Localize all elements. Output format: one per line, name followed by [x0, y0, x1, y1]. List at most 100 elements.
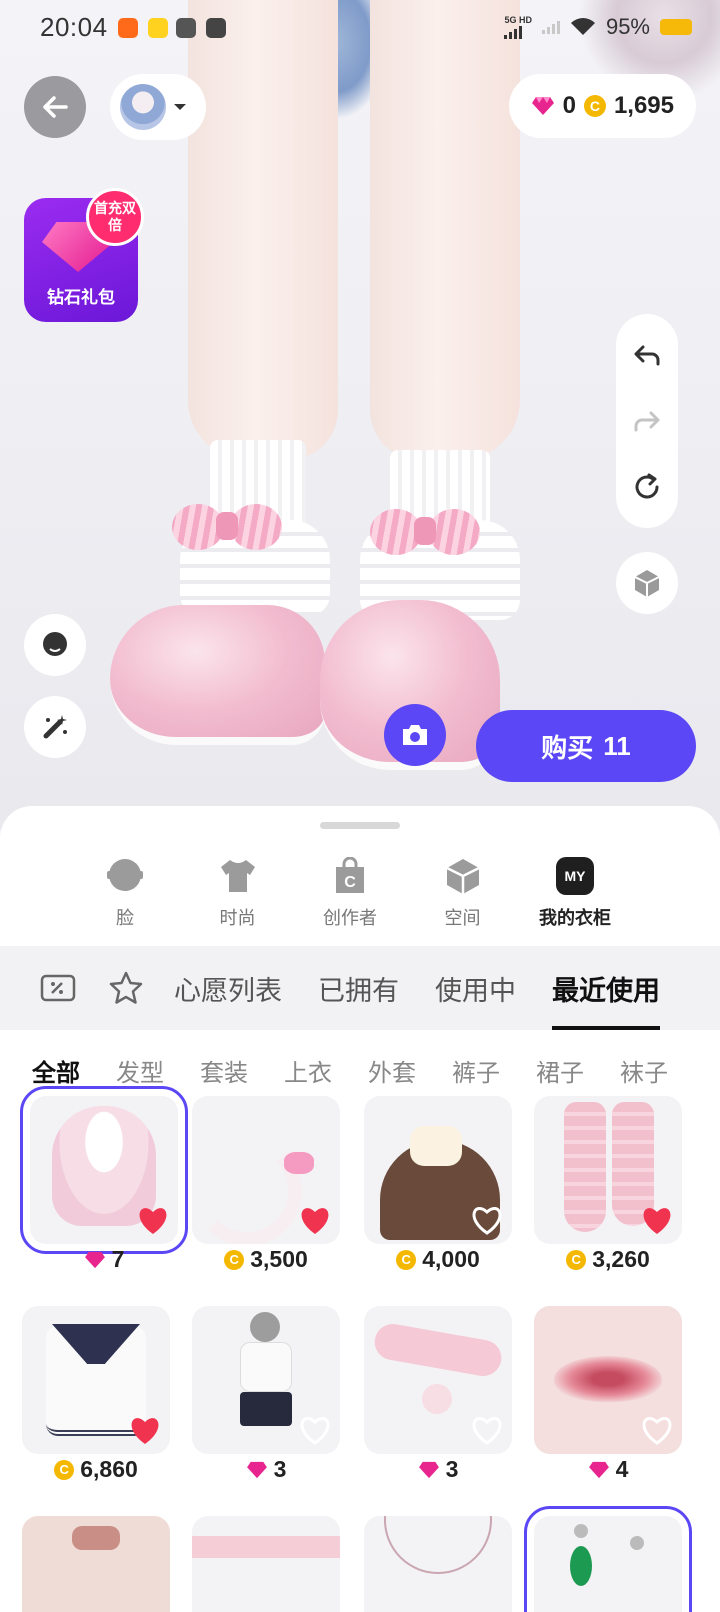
camera-icon: [403, 725, 427, 745]
bell-thumbnail: [422, 1384, 452, 1414]
belt-thumbnail: [192, 1536, 340, 1558]
gift-label: 钻石礼包: [47, 288, 115, 307]
item-price: 4: [528, 1456, 688, 1483]
item-price: 3: [358, 1456, 518, 1483]
filter-skirts[interactable]: 裙子: [536, 1053, 584, 1088]
filter-hairstyle[interactable]: 发型: [116, 1053, 164, 1088]
view-3d-button[interactable]: [616, 552, 678, 614]
tab-wishlist[interactable]: 心愿列表: [174, 946, 282, 1030]
tab-in-use[interactable]: 使用中: [435, 946, 516, 1030]
item-card[interactable]: [22, 1516, 170, 1612]
item-card[interactable]: [22, 1306, 170, 1454]
back-button[interactable]: [24, 76, 86, 138]
filter-socks[interactable]: 袜子: [620, 1053, 668, 1088]
face-view-button[interactable]: [24, 614, 86, 676]
filter-outfit-set[interactable]: 套装: [200, 1053, 248, 1088]
filter-tops[interactable]: 上衣: [284, 1053, 332, 1088]
wardrobe-sheet: 脸 时尚 C 创作者 空间 MY 我的衣柜 心愿列表 已拥有 使用中 最近使用: [0, 806, 720, 1612]
coin-icon: C: [224, 1249, 245, 1270]
tab-my-wardrobe[interactable]: MY 我的衣柜: [520, 856, 630, 930]
item-card[interactable]: [364, 1306, 512, 1454]
tab-fashion[interactable]: 时尚: [183, 856, 293, 930]
price-value: 4: [615, 1456, 629, 1482]
price-value: 7: [111, 1246, 125, 1272]
filter-outerwear[interactable]: 外套: [368, 1053, 416, 1088]
avatar: [120, 84, 166, 130]
heart-filled-icon[interactable]: [128, 1414, 162, 1446]
tab-label: 空间: [444, 908, 481, 928]
item-card[interactable]: [192, 1096, 340, 1244]
face-thumbnail: [72, 1526, 120, 1550]
leg-warmer-thumbnail: [564, 1102, 606, 1232]
undo-icon[interactable]: [631, 339, 663, 371]
item-price: C 6,860: [16, 1456, 176, 1483]
sheet-drag-handle[interactable]: [320, 822, 400, 829]
tab-face[interactable]: 脸: [70, 856, 180, 930]
tab-owned[interactable]: 已拥有: [318, 946, 399, 1030]
tshirt-icon: [220, 860, 255, 892]
network-label: 5G HD: [504, 14, 532, 25]
wifi-icon: [570, 18, 595, 35]
earring-thumbnail: [574, 1524, 588, 1538]
avatar-bow: [172, 500, 282, 560]
item-card[interactable]: [524, 1506, 692, 1612]
type-filter-chips: 全部 发型 套装 上衣 外套 裤子 裙子 袜子: [32, 1040, 668, 1100]
vivo-notification-icon: [176, 18, 196, 38]
diamond-icon: [531, 97, 554, 115]
heart-outline-icon[interactable]: [298, 1414, 332, 1446]
item-card[interactable]: [364, 1516, 512, 1612]
tail-thumbnail: [192, 1136, 302, 1244]
item-card[interactable]: [534, 1096, 682, 1244]
category-tabs: 脸 时尚 C 创作者 空间 MY 我的衣柜: [70, 856, 630, 930]
heart-outline-icon[interactable]: [470, 1204, 504, 1236]
ticket-filter-button[interactable]: [38, 968, 78, 1008]
heart-outline-icon[interactable]: [640, 1414, 674, 1446]
price-value: 3,260: [592, 1246, 650, 1272]
wardrobe-subtabs: 心愿列表 已拥有 使用中 最近使用: [0, 946, 720, 1030]
lips-thumbnail: [554, 1356, 662, 1402]
tab-recently-used[interactable]: 最近使用: [552, 946, 660, 1030]
my-wardrobe-icon: MY: [556, 857, 594, 895]
mannequin-thumbnail: [240, 1342, 292, 1392]
currency-balance[interactable]: 0 C 1,695: [508, 74, 696, 138]
redo-icon[interactable]: [631, 405, 663, 437]
heart-filled-icon[interactable]: [136, 1204, 170, 1236]
item-card[interactable]: [364, 1096, 512, 1244]
buy-button[interactable]: 购买 11: [476, 710, 696, 782]
item-price: C 3,500: [186, 1246, 346, 1273]
avatar-switcher[interactable]: [110, 74, 206, 140]
filter-pants[interactable]: 裤子: [452, 1053, 500, 1088]
diamond-balance: 0: [562, 92, 576, 119]
item-card[interactable]: [192, 1306, 340, 1454]
diamond-icon: [84, 1251, 105, 1268]
earring-thumbnail: [570, 1546, 592, 1586]
tab-space[interactable]: 空间: [408, 856, 518, 930]
diamond-icon: [246, 1461, 267, 1478]
item-card[interactable]: [534, 1306, 682, 1454]
diamond-icon: [588, 1461, 609, 1478]
buy-count: 11: [603, 730, 631, 761]
cube-icon: [634, 570, 660, 597]
reset-icon[interactable]: [631, 471, 663, 503]
diamond-gift-pack-button[interactable]: 钻石礼包 首充双倍: [24, 188, 144, 322]
heart-outline-icon[interactable]: [470, 1414, 504, 1446]
svg-text:C: C: [344, 874, 356, 891]
play-notification-icon: [206, 18, 226, 38]
heart-filled-icon[interactable]: [298, 1204, 332, 1236]
price-value: 3: [273, 1456, 287, 1482]
camera-button[interactable]: [384, 704, 446, 766]
pose-tools-button[interactable]: [24, 696, 86, 758]
coin-icon: C: [566, 1249, 587, 1270]
item-card[interactable]: [192, 1516, 340, 1612]
heart-filled-icon[interactable]: [640, 1204, 674, 1236]
item-price: C 3,260: [528, 1246, 688, 1273]
tab-creator[interactable]: C 创作者: [295, 856, 405, 930]
favorites-filter-button[interactable]: [106, 968, 146, 1008]
coin-icon: C: [396, 1249, 417, 1270]
filter-all[interactable]: 全部: [32, 1053, 80, 1088]
mannequin-thumbnail: [250, 1312, 280, 1342]
item-price: 7: [24, 1246, 184, 1273]
coin-icon: C: [54, 1459, 75, 1480]
magic-wand-icon: [43, 715, 67, 739]
item-card[interactable]: [20, 1086, 188, 1254]
